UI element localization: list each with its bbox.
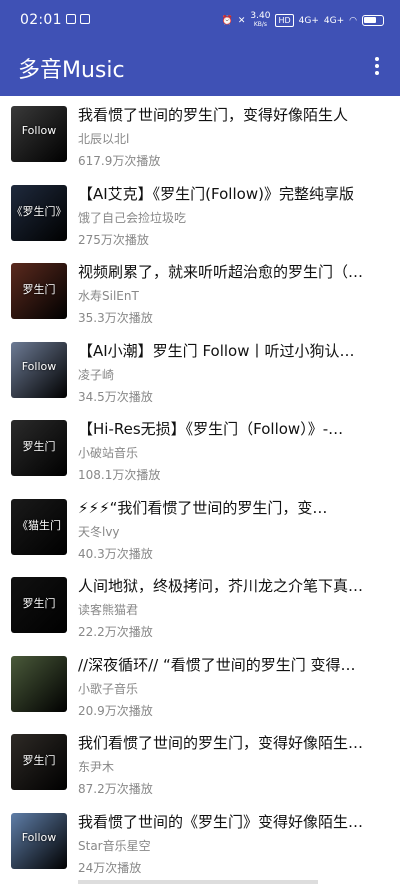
thumbnail-text: 《罗生门》 <box>11 204 67 218</box>
play-count: 35.3万次播放 <box>78 311 153 325</box>
hd-badge: HD <box>275 14 294 27</box>
song-author: 北辰以北l <box>78 132 130 146</box>
app-notification-icon <box>66 14 76 24</box>
song-list-item[interactable]: 罗生门 视频刷累了，就来听听超治愈的罗生门（… 水寿SilEnT 35.3万次播放 <box>0 253 400 332</box>
song-author: 东尹木 <box>78 760 115 774</box>
play-count: 108.1万次播放 <box>78 468 161 482</box>
song-title: 人间地狱，终极拷问，芥川龙之介笔下真… <box>78 577 364 595</box>
song-thumbnail: Follow <box>11 341 67 398</box>
song-list-item[interactable]: Follow 我看惯了世间的罗生门，变得好像陌生人北辰以北l 617.9万次播放 <box>0 96 400 175</box>
song-list-item[interactable]: Follow 我看惯了世间的《罗生门》变得好像陌生… Star音乐星空 24万次播放 <box>0 803 400 882</box>
song-author: 小破站音乐 <box>78 446 139 460</box>
song-author: Star音乐星空 <box>78 838 151 853</box>
song-thumbnail: 罗生门 <box>11 577 67 633</box>
song-list-item[interactable]: 《猫生门 ⚡⚡⚡“我们看惯了世间的罗生门，变… 天冬lvy 40.3万次播放 <box>0 489 400 568</box>
song-author: 凌子崎 <box>78 367 115 382</box>
battery-icon <box>362 15 384 26</box>
thumbnail-text: 罗生门 <box>22 440 56 453</box>
status-icons: ⏰ ✕ 3.40 KB/s HD 4G+ 4G+ ◠ <box>222 12 384 29</box>
signal-2: 4G+ <box>323 15 345 26</box>
app-bar: 多音Music <box>0 40 400 96</box>
song-thumbnail: 《猫生门 <box>11 498 67 555</box>
song-title: //深夜循环// “看惯了世间的罗生门 变得… <box>78 655 356 674</box>
song-author: 读客熊猫君 <box>78 603 139 617</box>
wifi-icon: ◠ <box>349 15 357 26</box>
song-author: 小歌子音乐 <box>78 681 139 696</box>
song-title: 我们看惯了世间的罗生门，变得好像陌生… <box>78 734 364 752</box>
thumbnail-text: Follow <box>21 124 57 137</box>
song-list: Follow 我看惯了世间的罗生门，变得好像陌生人北辰以北l 617.9万次播放《罗… <box>0 96 400 881</box>
song-thumbnail: 罗生门 <box>11 734 67 790</box>
song-author: 水寿SilEnT <box>78 289 139 303</box>
status-bar: 02:01 ⏰ ✕ 3.40 KB/s HD 4G+ 4G+ ◠ <box>0 0 400 40</box>
partial-list-item <box>78 880 318 884</box>
thumbnail-text: 《猫生门 <box>17 518 61 532</box>
song-list-item[interactable]: 《罗生门》 【AI艾克】《罗生门(Follow)》完整纯享版饿了自己会捡垃圾吃 27… <box>0 175 400 254</box>
play-count: 275万次播放 <box>78 232 149 247</box>
song-title: 视频刷累了，就来听听超治愈的罗生门（… <box>78 263 364 281</box>
status-time: 02:01 <box>20 12 62 28</box>
song-author: 天冬lvy <box>78 524 120 539</box>
play-count: 87.2万次播放 <box>78 782 153 796</box>
song-list-item[interactable]: 罗生门 我们看惯了世间的罗生门，变得好像陌生… 东尹木 87.2万次播放 <box>0 724 400 803</box>
song-title: ⚡⚡⚡“我们看惯了世间的罗生门，变… <box>78 498 328 517</box>
song-title: 我看惯了世间的罗生门，变得好像陌生人 <box>78 106 349 124</box>
song-author: 饿了自己会捡垃圾吃 <box>78 210 187 225</box>
song-list-item[interactable]: 罗生门 人间地狱，终极拷问，芥川龙之介笔下真… 读客熊猫君 22.2万次播放 <box>0 567 400 646</box>
app-title: 多音Music <box>18 58 125 83</box>
app-notification-icon <box>80 14 90 24</box>
song-list-item[interactable]: //深夜循环// “看惯了世间的罗生门 变得… 小歌子音乐 20.9万次播放 <box>0 646 400 725</box>
song-list-item[interactable]: Follow 【AI小潮】罗生门 Follow丨听过小狗认… 凌子崎 34.5万次播放 <box>0 332 400 411</box>
thumbnail-text: 罗生门 <box>22 597 56 610</box>
song-title: 【Hi-Res无损】《罗生门（Follow）》-… <box>78 420 344 438</box>
more-vert-icon[interactable] <box>370 54 384 82</box>
thumbnail-text: 罗生门 <box>22 283 56 296</box>
song-thumbnail: Follow <box>11 812 67 869</box>
notification-icons <box>66 14 90 24</box>
mute-icon: ✕ <box>237 15 246 26</box>
song-thumbnail: 罗生门 <box>11 263 67 319</box>
play-count: 24万次播放 <box>78 860 142 875</box>
song-title: 【AI艾克】《罗生门(Follow)》完整纯享版 <box>78 184 354 203</box>
play-count: 617.9万次播放 <box>78 154 161 168</box>
song-list-item[interactable]: 罗生门 【Hi-Res无损】《罗生门（Follow）》-… 小破站音乐 108.1万次… <box>0 410 400 489</box>
network-speed: 3.40 KB/s <box>250 11 271 29</box>
signal-1: 4G+ <box>298 15 319 26</box>
song-title: 我看惯了世间的《罗生门》变得好像陌生… <box>78 812 364 831</box>
song-title: 【AI小潮】罗生门 Follow丨听过小狗认… <box>78 341 355 360</box>
song-thumbnail: 《罗生门》 <box>11 184 67 241</box>
song-thumbnail: Follow <box>11 106 67 162</box>
thumbnail-text: Follow <box>21 359 57 373</box>
song-thumbnail: 罗生门 <box>11 420 67 476</box>
song-thumbnail <box>11 655 67 712</box>
play-count: 40.3万次播放 <box>78 546 153 561</box>
play-count: 22.2万次播放 <box>78 625 153 639</box>
play-count: 20.9万次播放 <box>78 703 153 718</box>
play-count: 34.5万次播放 <box>78 389 153 404</box>
thumbnail-text: Follow <box>21 830 57 844</box>
alarm-icon: ⏰ <box>221 15 233 26</box>
thumbnail-text: 罗生门 <box>22 754 56 767</box>
